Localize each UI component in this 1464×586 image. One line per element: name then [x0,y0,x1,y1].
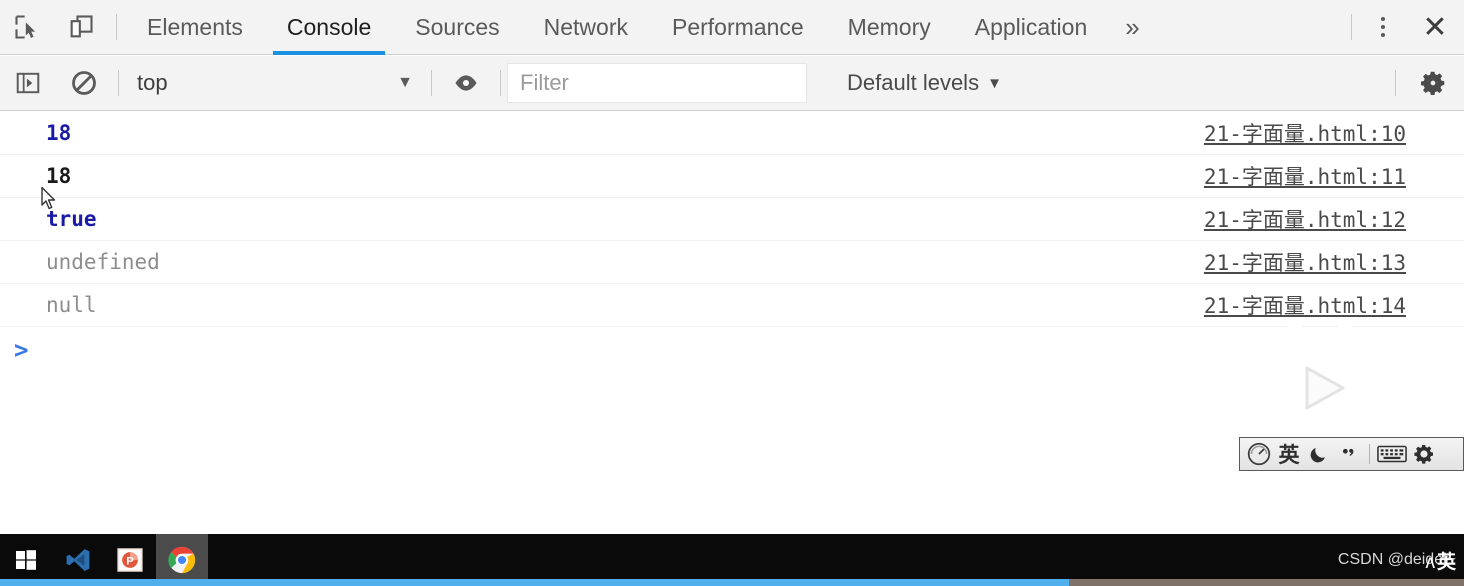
console-message-source-link[interactable]: 21-字面量.html:13 [1204,247,1406,277]
bottom-progress-bar[interactable] [0,579,1464,586]
ime-settings-button[interactable] [1411,440,1437,468]
console-message-source-link[interactable]: 21-字面量.html:10 [1204,118,1406,148]
inspect-element-button[interactable] [0,0,54,55]
punctuation-icon [1342,448,1354,456]
console-message-row[interactable]: 18 21-字面量.html:11 [0,155,1464,198]
console-message-text: null [46,292,97,317]
inspect-element-icon [15,15,36,39]
csdn-watermark: CSDN @deidei~ [1337,551,1456,568]
ime-floating-toolbar[interactable]: 英 [1239,437,1464,471]
sogou-logo-icon [1247,442,1271,466]
close-icon: ✕ [1422,10,1448,44]
console-sidebar-toggle-button[interactable] [0,56,56,111]
tab-console-label: Console [286,13,372,40]
moon-icon [1310,448,1325,463]
device-toolbar-icon [70,15,93,38]
execution-context-select[interactable]: top ▼ [125,63,425,103]
tab-performance-label: Performance [672,13,804,40]
prompt-chevron-icon: > [14,336,29,364]
powerpoint-icon: P [117,548,143,572]
tab-sources[interactable]: Sources [393,0,521,55]
devtools-window: Elements Console Sources Network Perform… [0,0,1464,586]
ime-divider [1369,444,1370,464]
tab-application[interactable]: Application [953,0,1110,55]
console-message-source-link[interactable]: 21-字面量.html:12 [1204,204,1406,234]
keyboard-icon [1377,445,1407,463]
console-filter-input[interactable] [507,63,807,103]
toolbar-divider [116,14,117,40]
console-filter-toolbar: top ▼ Default levels ▼ [0,56,1464,111]
chevron-down-icon: ▼ [987,74,1002,92]
console-message-row[interactable]: null 21-字面量.html:14 [0,284,1464,327]
filterbar-divider-2 [431,70,432,96]
log-levels-select[interactable]: Default levels ▼ [833,63,1016,103]
live-expression-button[interactable] [438,56,494,111]
console-message-text: 18 [46,120,72,145]
eye-icon [455,75,477,91]
no-entry-icon [72,71,96,95]
execution-context-value: top [137,70,168,95]
ime-language-mode-button[interactable]: 英 [1276,440,1302,468]
tab-performance[interactable]: Performance [650,0,826,55]
console-message-text: 18 [46,163,72,188]
console-message-row[interactable]: undefined 21-字面量.html:13 [0,241,1464,284]
filterbar-right-group [1389,56,1464,111]
sogou-logo-button[interactable] [1246,440,1272,468]
windows-logo-icon [16,550,36,570]
settings-gear-icon [1414,445,1433,464]
chevron-down-icon: ▼ [397,74,413,91]
kebab-dot [1381,33,1385,37]
console-message-source-link[interactable]: 21-字面量.html:14 [1204,290,1406,320]
tab-console[interactable]: Console [265,0,393,55]
console-settings-button[interactable] [1402,56,1464,111]
tab-elements-label: Elements [147,13,243,40]
devtools-menu-button[interactable] [1360,0,1406,55]
console-message-source-link[interactable]: 21-字面量.html:11 [1204,161,1406,191]
panel-tabs: Elements Console Sources Network Perform… [125,0,1156,55]
filterbar-divider-1 [118,70,119,96]
console-message-text: true [46,206,97,231]
chevron-double-right-icon: » [1125,11,1140,42]
tabbar-right-group: ✕ [1343,0,1464,55]
filterbar-divider-4 [1395,70,1396,96]
console-message-text: undefined [46,249,160,274]
device-toolbar-button[interactable] [54,0,108,55]
tab-memory[interactable]: Memory [826,0,953,55]
kebab-dot [1381,25,1385,29]
svg-text:P: P [126,555,134,567]
tab-memory-label: Memory [847,13,931,40]
console-message-row[interactable]: 18 21-字面量.html:10 [0,112,1464,155]
tab-application-label: Application [974,13,1088,40]
more-tabs-button[interactable]: » [1109,0,1155,55]
tab-network[interactable]: Network [522,0,650,55]
tab-sources-label: Sources [415,13,500,40]
clear-console-button[interactable] [56,56,112,111]
sidebar-toggle-icon [16,72,40,94]
console-prompt-row[interactable]: > [0,327,1464,373]
tab-elements[interactable]: Elements [125,0,265,55]
vscode-icon [66,549,90,571]
toolbar-divider-right [1351,14,1352,40]
devtools-tabbar: Elements Console Sources Network Perform… [0,0,1464,55]
console-message-row[interactable]: true 21-字面量.html:12 [0,198,1464,241]
filterbar-divider-3 [500,70,501,96]
ime-keyboard-button[interactable] [1377,440,1407,468]
bottom-progress-fill [0,579,1069,586]
ime-language-mode-label: 英 [1278,443,1300,467]
chrome-icon [168,546,196,574]
ime-moon-button[interactable] [1306,440,1332,468]
close-devtools-button[interactable]: ✕ [1406,0,1464,55]
log-levels-label: Default levels [847,70,980,95]
tab-network-label: Network [543,13,628,40]
kebab-dot [1381,17,1385,21]
gear-icon [1421,71,1445,95]
ime-punctuation-button[interactable] [1336,440,1362,468]
